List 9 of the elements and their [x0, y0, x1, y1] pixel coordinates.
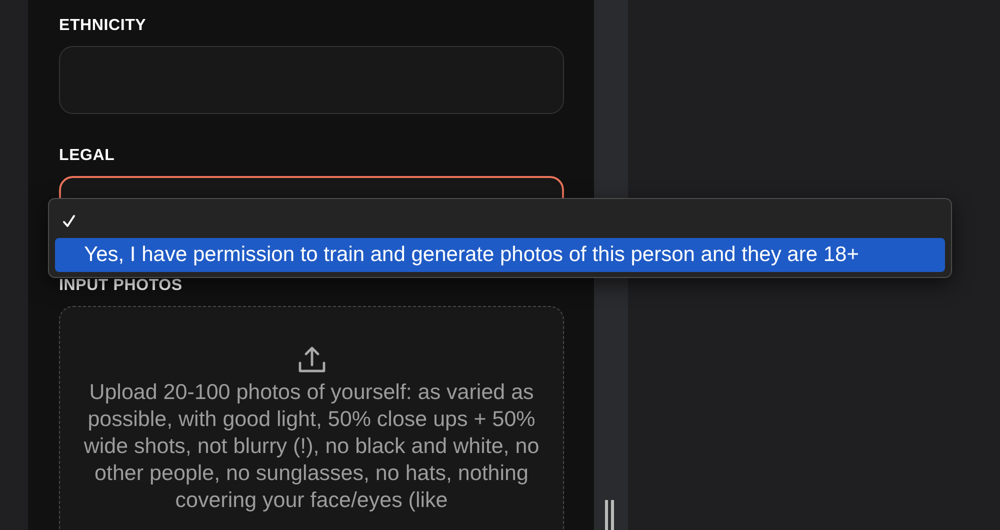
field-label: INPUT PHOTOS [59, 276, 184, 296]
field-label: LEGAL [59, 146, 116, 166]
upload-dropzone[interactable] [59, 306, 564, 530]
resize-handle-icon[interactable] [605, 500, 615, 530]
menu-option[interactable]: Yes, I have permission to train and generate photos of this person and they are 18+ [55, 238, 945, 272]
upload-icon [296, 345, 326, 375]
upload-instructions: Upload 20-100 photos of yourself: as varied as possible, with good light, 50% close ups + 50% wide shots, not blurry (!), no black and white, no other people, no sunglasses, no hats, nothing covering your face/eyes (like [82, 379, 540, 514]
text-field[interactable] [59, 46, 564, 114]
field-label: ETHNICITY [59, 16, 148, 36]
